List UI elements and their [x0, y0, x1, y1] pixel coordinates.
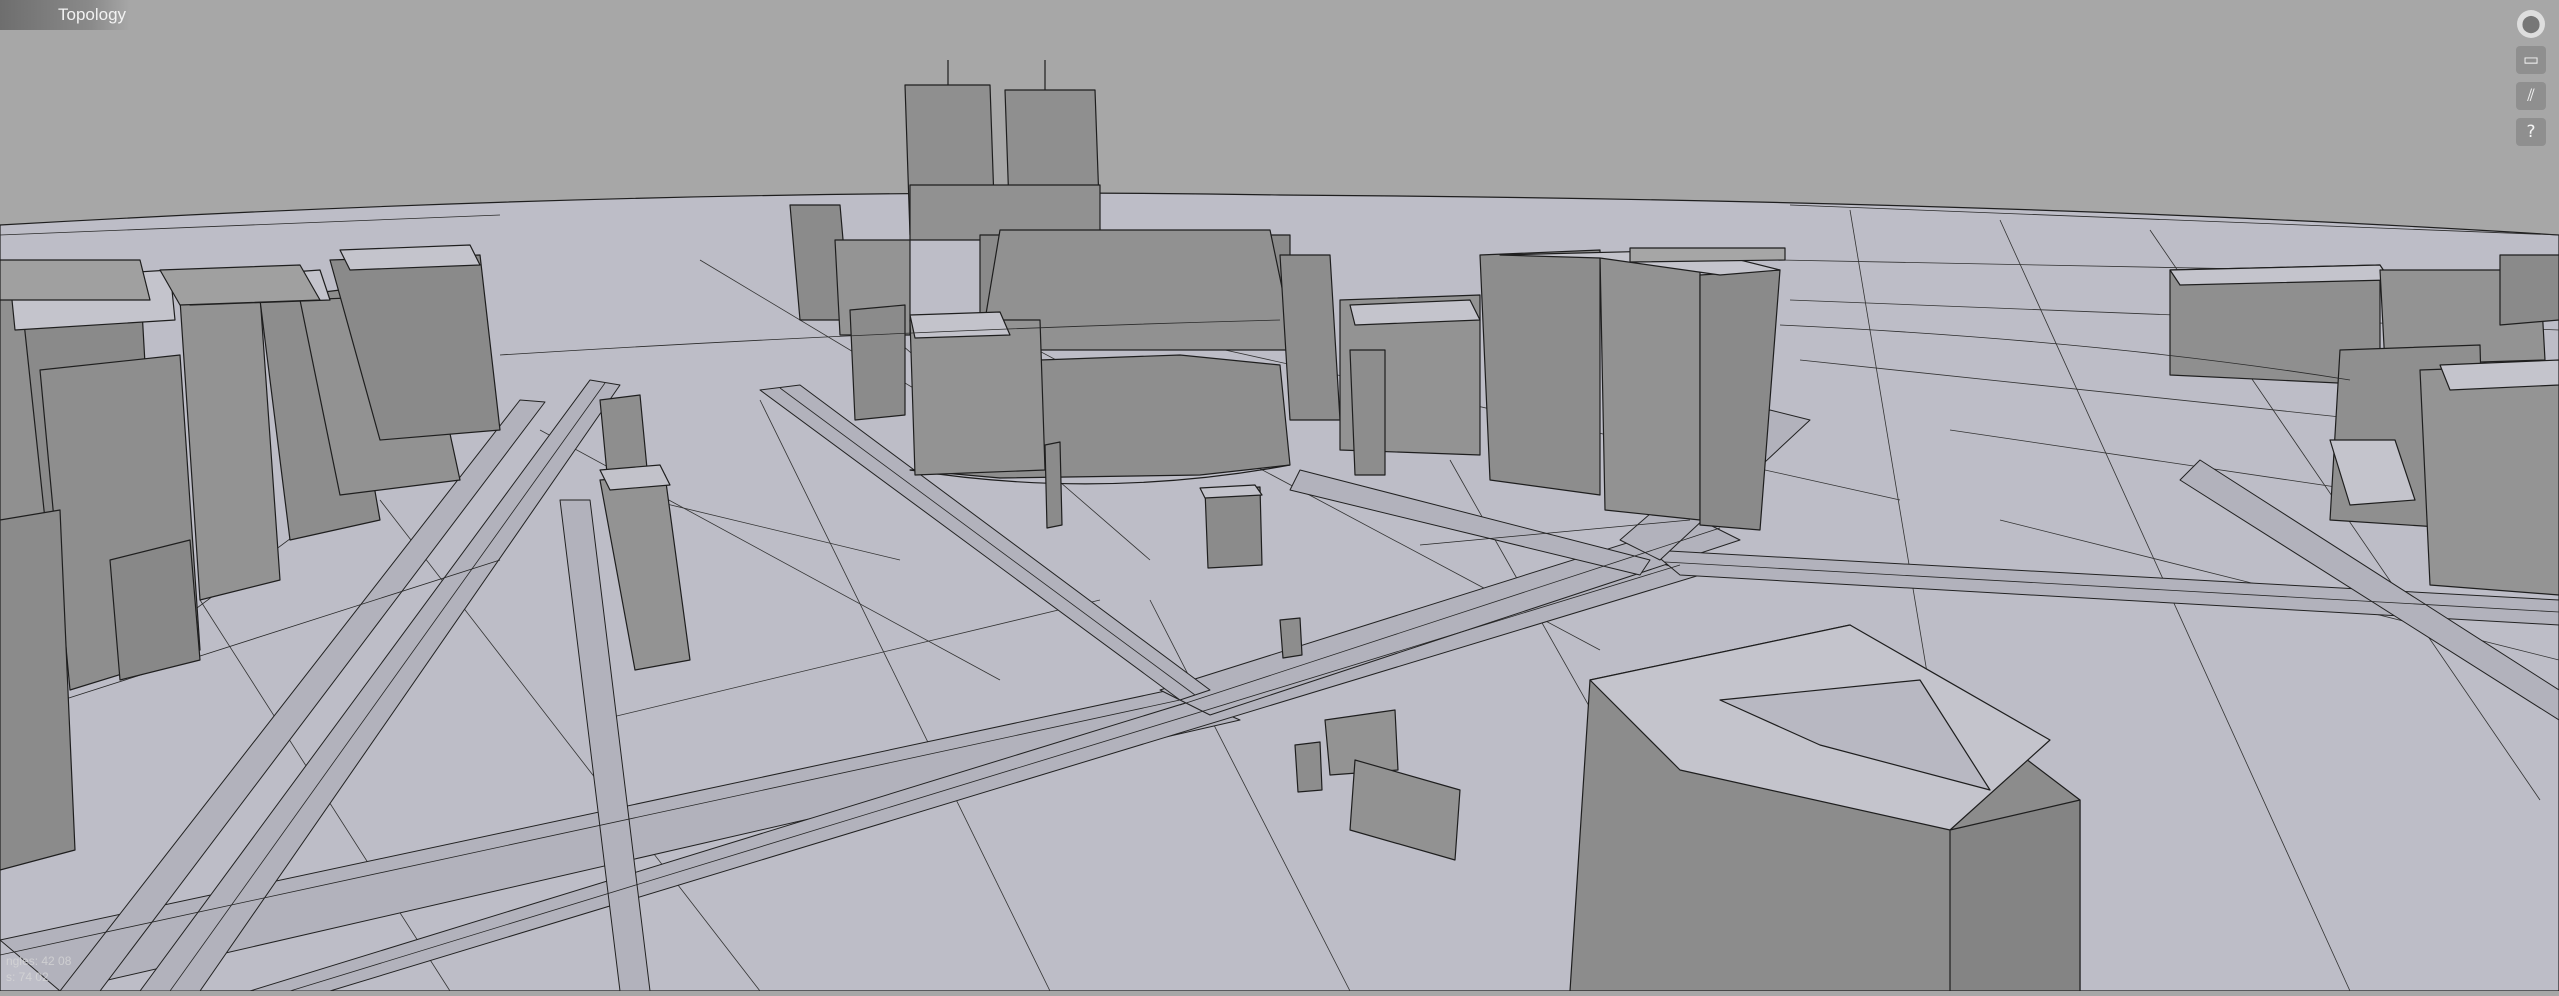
scene-stats: ngles: 42 08 s: 74 02 [6, 953, 71, 985]
viewport-toolbar: ⬤ ▭ ⫽ ? [2513, 10, 2549, 146]
panel-icon[interactable]: ▭ [2516, 46, 2546, 74]
help-icon[interactable]: ? [2516, 118, 2546, 146]
scene-canvas[interactable] [0, 0, 2559, 992]
wireframe-icon[interactable]: ⫽ [2516, 82, 2546, 110]
view-mode-label[interactable]: Topology [0, 0, 130, 30]
view-cube-icon[interactable]: ⬤ [2517, 10, 2545, 38]
vertex-count: s: 74 02 [6, 970, 49, 984]
triangle-count: ngles: 42 08 [6, 954, 72, 968]
3d-viewport[interactable]: Topology ⬤ ▭ ⫽ ? ngles: 42 08 s: 74 02 [0, 0, 2559, 992]
